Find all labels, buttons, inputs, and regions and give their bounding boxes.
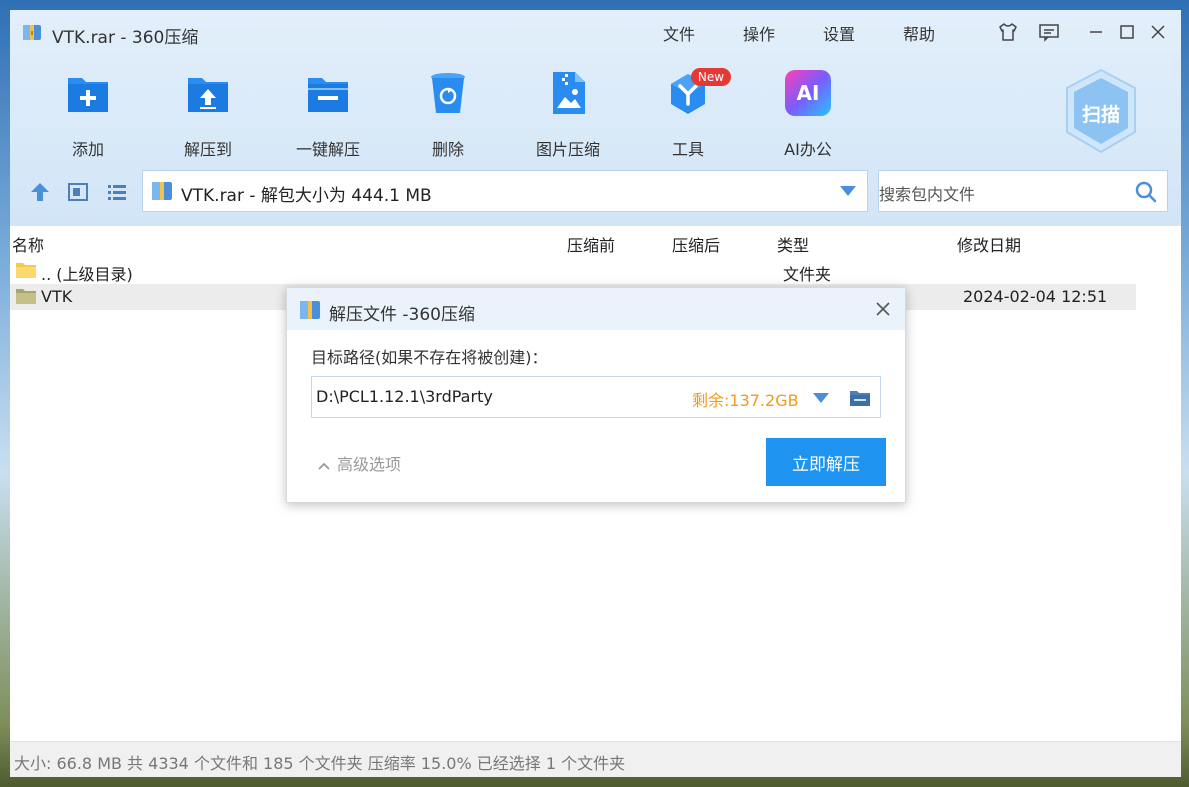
new-badge: New	[691, 68, 731, 86]
advanced-options-toggle[interactable]: 高级选项	[317, 451, 401, 475]
row-name: .. (上级目录)	[41, 265, 133, 284]
archive-app-icon	[23, 25, 41, 40]
toolbar-one-click-extract-label: 一键解压	[295, 140, 360, 159]
archive-file-icon	[152, 182, 172, 200]
feedback-icon[interactable]	[1036, 20, 1062, 44]
up-arrow-icon[interactable]	[28, 180, 52, 204]
browse-folder-icon[interactable]	[849, 388, 871, 408]
toolbar-extract-to-button[interactable]: 解压到	[153, 70, 263, 160]
column-before[interactable]: 压缩前	[567, 232, 615, 256]
toolbar-ai-office-label: AI办公	[784, 140, 832, 159]
chevron-up-icon	[318, 462, 330, 470]
free-space-text: 剩余:137.2GB	[692, 391, 799, 410]
column-type[interactable]: 类型	[777, 232, 809, 256]
archive-app-icon	[300, 301, 320, 319]
folder-icon	[16, 263, 36, 278]
close-icon[interactable]	[1145, 20, 1171, 44]
list-view-icon[interactable]	[105, 180, 129, 204]
status-bar: 大小: 66.8 MB 共 4334 个文件和 185 个文件夹 压缩率 15.…	[10, 741, 1181, 777]
scan-button[interactable]: 扫描	[1063, 68, 1139, 154]
toolbar-add-button[interactable]: 添加	[33, 70, 143, 160]
toolbar-tools-button[interactable]: New 工具	[633, 68, 743, 160]
title-bar: VTK.rar - 360压缩 文件 操作 设置 帮助	[10, 10, 1181, 56]
extract-dialog: 解压文件 -360压缩 目标路径(如果不存在将被创建)： D:\PCL1.12.…	[286, 287, 906, 503]
row-type: 文件夹	[783, 265, 832, 284]
chevron-down-icon[interactable]	[839, 185, 857, 197]
advanced-options-label: 高级选项	[337, 455, 402, 474]
table-row[interactable]: .. (上级目录) 文件夹	[10, 258, 1136, 284]
toolbar-delete-label: 删除	[431, 140, 464, 159]
dialog-close-icon[interactable]	[871, 297, 895, 321]
top-chrome: VTK.rar - 360压缩 文件 操作 设置 帮助 添加 解压到 一键解压 …	[10, 10, 1181, 226]
search-icon[interactable]	[1135, 181, 1157, 203]
menu-settings[interactable]: 设置	[823, 21, 855, 45]
target-path-label: 目标路径(如果不存在将被创建)：	[311, 348, 548, 367]
address-text: VTK.rar - 解包大小为 444.1 MB	[181, 186, 432, 206]
app-window: VTK.rar - 360压缩 文件 操作 设置 帮助 添加 解压到 一键解压 …	[10, 10, 1181, 777]
menu-file[interactable]: 文件	[663, 21, 695, 45]
toolbar-image-compress-button[interactable]: 图片压缩	[513, 70, 623, 160]
window-title: VTK.rar - 360压缩	[52, 28, 199, 48]
target-path-value: D:\PCL1.12.1\3rdParty	[316, 387, 493, 406]
ai-icon-text: AI	[796, 81, 820, 105]
menu-operate[interactable]: 操作	[743, 21, 775, 45]
toolbar-delete-button[interactable]: 删除	[393, 70, 503, 160]
thumbnail-view-icon[interactable]	[66, 180, 90, 204]
image-compress-icon	[553, 72, 585, 114]
toolbar-extract-to-label: 解压到	[183, 140, 232, 159]
add-folder-icon	[68, 78, 108, 112]
skin-shirt-icon[interactable]	[995, 20, 1021, 44]
target-path-field[interactable]: D:\PCL1.12.1\3rdParty 剩余:137.2GB	[311, 376, 881, 418]
dialog-title-bar: 解压文件 -360压缩	[287, 288, 905, 330]
status-text: 大小: 66.8 MB 共 4334 个文件和 185 个文件夹 压缩率 15.…	[14, 754, 626, 773]
chevron-down-icon[interactable]	[812, 392, 830, 404]
column-name[interactable]: 名称	[12, 232, 44, 256]
toolbar-image-compress-label: 图片压缩	[535, 140, 600, 159]
search-input[interactable]: 搜索包内文件	[878, 170, 1168, 212]
toolbar-add-label: 添加	[71, 140, 104, 159]
menu-help[interactable]: 帮助	[903, 21, 935, 45]
one-click-extract-icon	[308, 78, 348, 112]
extract-to-icon	[188, 78, 228, 112]
row-modified: 2024-02-04 12:51	[963, 287, 1108, 306]
toolbar-ai-office-button[interactable]: AI AI办公	[753, 70, 863, 160]
toolbar-one-click-extract-button[interactable]: 一键解压	[273, 70, 383, 160]
toolbar-tools-label: 工具	[671, 140, 704, 159]
address-bar[interactable]: VTK.rar - 解包大小为 444.1 MB	[142, 170, 868, 212]
minimize-icon[interactable]	[1083, 20, 1109, 44]
scan-label: 扫描	[1081, 104, 1120, 126]
column-modified[interactable]: 修改日期	[957, 232, 1021, 256]
extract-now-button[interactable]: 立即解压	[766, 438, 886, 486]
column-after[interactable]: 压缩后	[672, 232, 720, 256]
search-placeholder: 搜索包内文件	[879, 185, 976, 204]
maximize-icon[interactable]	[1114, 20, 1140, 44]
dialog-title: 解压文件 -360压缩	[329, 305, 475, 325]
delete-icon	[431, 73, 465, 113]
folder-icon	[16, 289, 36, 304]
row-name: VTK	[41, 287, 73, 306]
